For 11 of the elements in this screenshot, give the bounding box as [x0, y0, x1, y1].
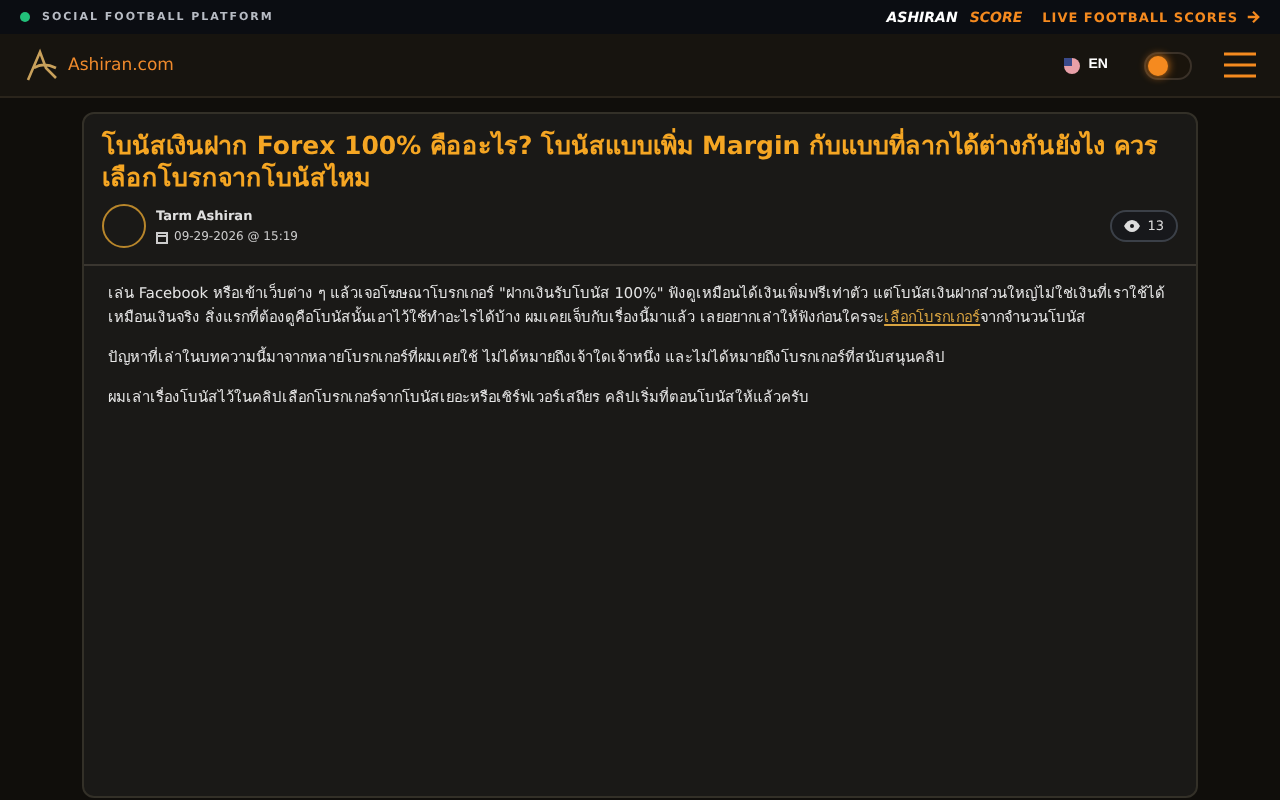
arrow-icon [1246, 10, 1260, 24]
status-dot [20, 12, 30, 22]
eye-icon [1123, 220, 1140, 232]
calendar-icon [156, 231, 168, 243]
menu-icon[interactable] [1224, 52, 1256, 78]
author-avatar [102, 204, 146, 248]
toggle-knob[interactable] [1148, 55, 1168, 75]
article-title: โบนัสเงินฝาก Forex 100% คืออะไร? โบนัสแบบเพิ่ม Margin กับแบบที่ลากได้ต่างกันยังไง ควรเลือกโบรกจากโบนัสไหม [100, 126, 1160, 194]
theme-toggle[interactable] [1144, 51, 1192, 79]
logo-text: Ashiran.com [68, 55, 174, 75]
logo-icon [24, 48, 60, 82]
